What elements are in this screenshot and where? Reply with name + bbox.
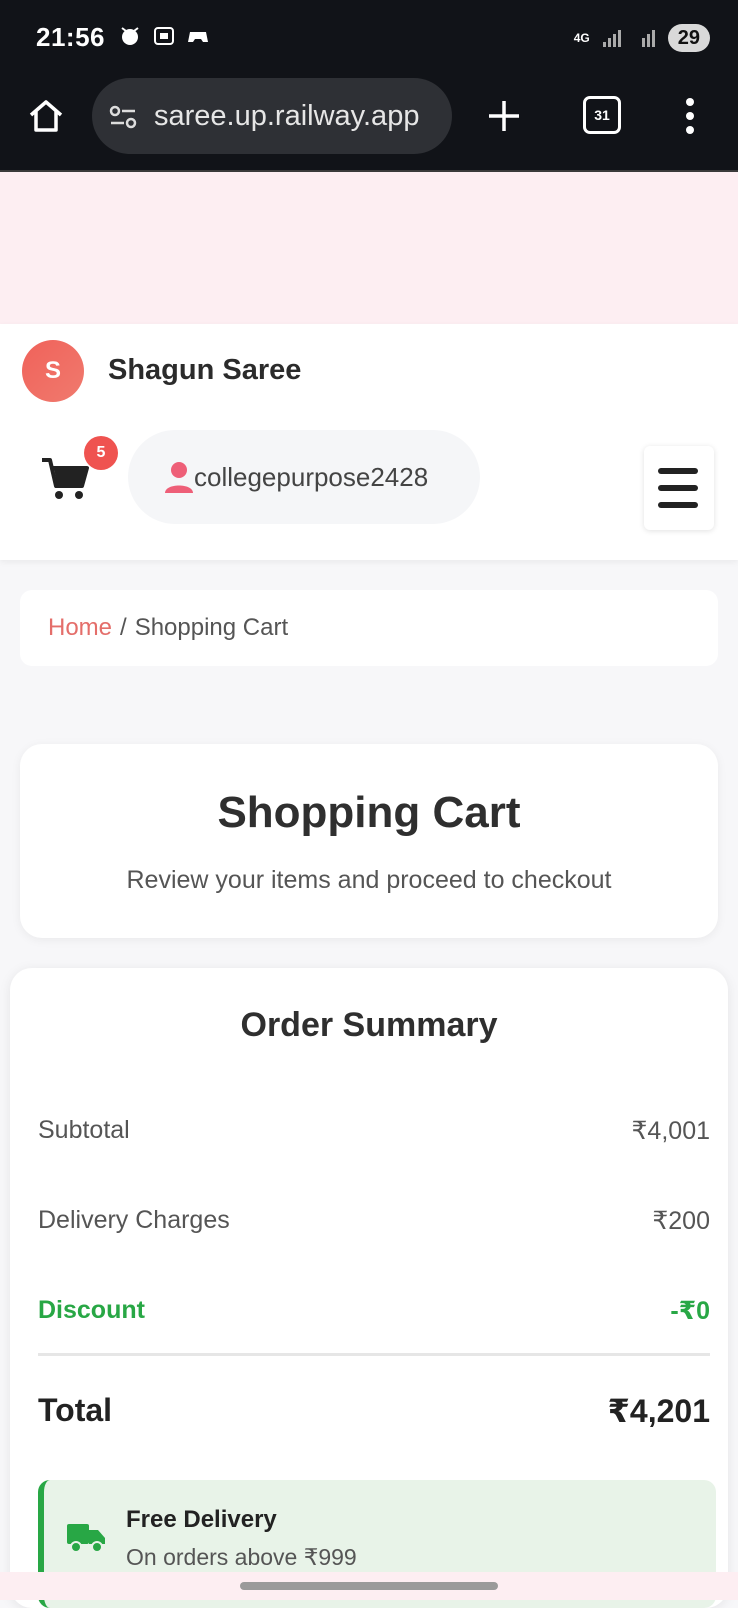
roaming-signal-icon	[641, 30, 655, 47]
status-bar: 21:56 4G 29	[0, 0, 738, 78]
site-header: S Shagun Saree 5 collegepurpose2428	[0, 324, 738, 560]
order-summary-title: Order Summary	[240, 1006, 498, 1044]
discount-value: -₹0	[670, 1297, 710, 1325]
battery-level: 29	[667, 24, 710, 52]
network-type: 4G	[573, 31, 590, 45]
cart-count-badge: 5	[84, 436, 118, 470]
free-delivery-title: Free Delivery	[126, 1506, 277, 1533]
subtotal-value: ₹4,001	[631, 1117, 710, 1145]
system-icons: 4G 29	[574, 24, 710, 52]
screenshot-icon	[154, 27, 174, 45]
discount-row: Discount -₹0	[38, 1296, 710, 1326]
delivery-value: ₹200	[652, 1207, 710, 1235]
browser-toolbar: saree.up.railway.app 31	[0, 78, 738, 172]
site-settings-icon[interactable]	[108, 102, 138, 132]
discount-label: Discount	[38, 1296, 145, 1324]
top-banner-area	[0, 172, 738, 324]
url-text: saree.up.railway.app	[154, 100, 420, 132]
breadcrumb-current: Shopping Cart	[134, 614, 289, 641]
order-summary-card: Order Summary Subtotal ₹4,001 Delivery C…	[10, 968, 728, 1608]
total-label: Total	[38, 1392, 113, 1428]
breadcrumb-separator: /	[120, 614, 127, 641]
subtotal-row: Subtotal ₹4,001	[38, 1116, 710, 1146]
brand-name[interactable]: Shagun Saree	[108, 354, 301, 387]
total-value: ₹4,201	[607, 1393, 710, 1429]
subtotal-label: Subtotal	[38, 1116, 130, 1144]
page-title: Shopping Cart	[217, 788, 521, 837]
page-header-card: Shopping Cart Review your items and proc…	[20, 744, 718, 938]
cart-icon[interactable]	[40, 454, 90, 502]
page-subtitle: Review your items and proceed to checkou…	[126, 866, 612, 894]
more-options-icon[interactable]	[680, 96, 700, 136]
summary-divider	[38, 1353, 710, 1356]
free-delivery-subtitle: On orders above ₹999	[126, 1544, 357, 1570]
new-tab-icon[interactable]	[484, 96, 524, 136]
truck-icon	[67, 1524, 105, 1553]
home-icon[interactable]	[26, 96, 66, 136]
tab-switcher-button[interactable]: 31	[583, 96, 621, 134]
breadcrumb-home-link[interactable]: Home	[48, 614, 112, 642]
breadcrumb: Home / Shopping Cart	[20, 590, 718, 666]
delivery-label: Delivery Charges	[38, 1206, 230, 1234]
total-row: Total ₹4,201	[38, 1392, 710, 1430]
menu-toggle-button[interactable]	[644, 446, 714, 530]
user-account-button[interactable]: collegepurpose2428	[128, 430, 480, 524]
game-controller-icon	[188, 32, 208, 42]
hamburger-icon	[658, 468, 698, 474]
username: collegepurpose2428	[194, 461, 429, 492]
clock: 21:56	[36, 22, 105, 52]
delivery-row: Delivery Charges ₹200	[38, 1206, 710, 1236]
notification-icons	[118, 24, 210, 48]
user-icon	[165, 462, 193, 493]
address-bar[interactable]: saree.up.railway.app	[92, 78, 452, 154]
alarm-icon	[121, 27, 139, 45]
brand-logo[interactable]: S	[22, 340, 84, 402]
gesture-navigation-bar[interactable]	[240, 1582, 498, 1590]
signal-icon	[602, 30, 621, 47]
